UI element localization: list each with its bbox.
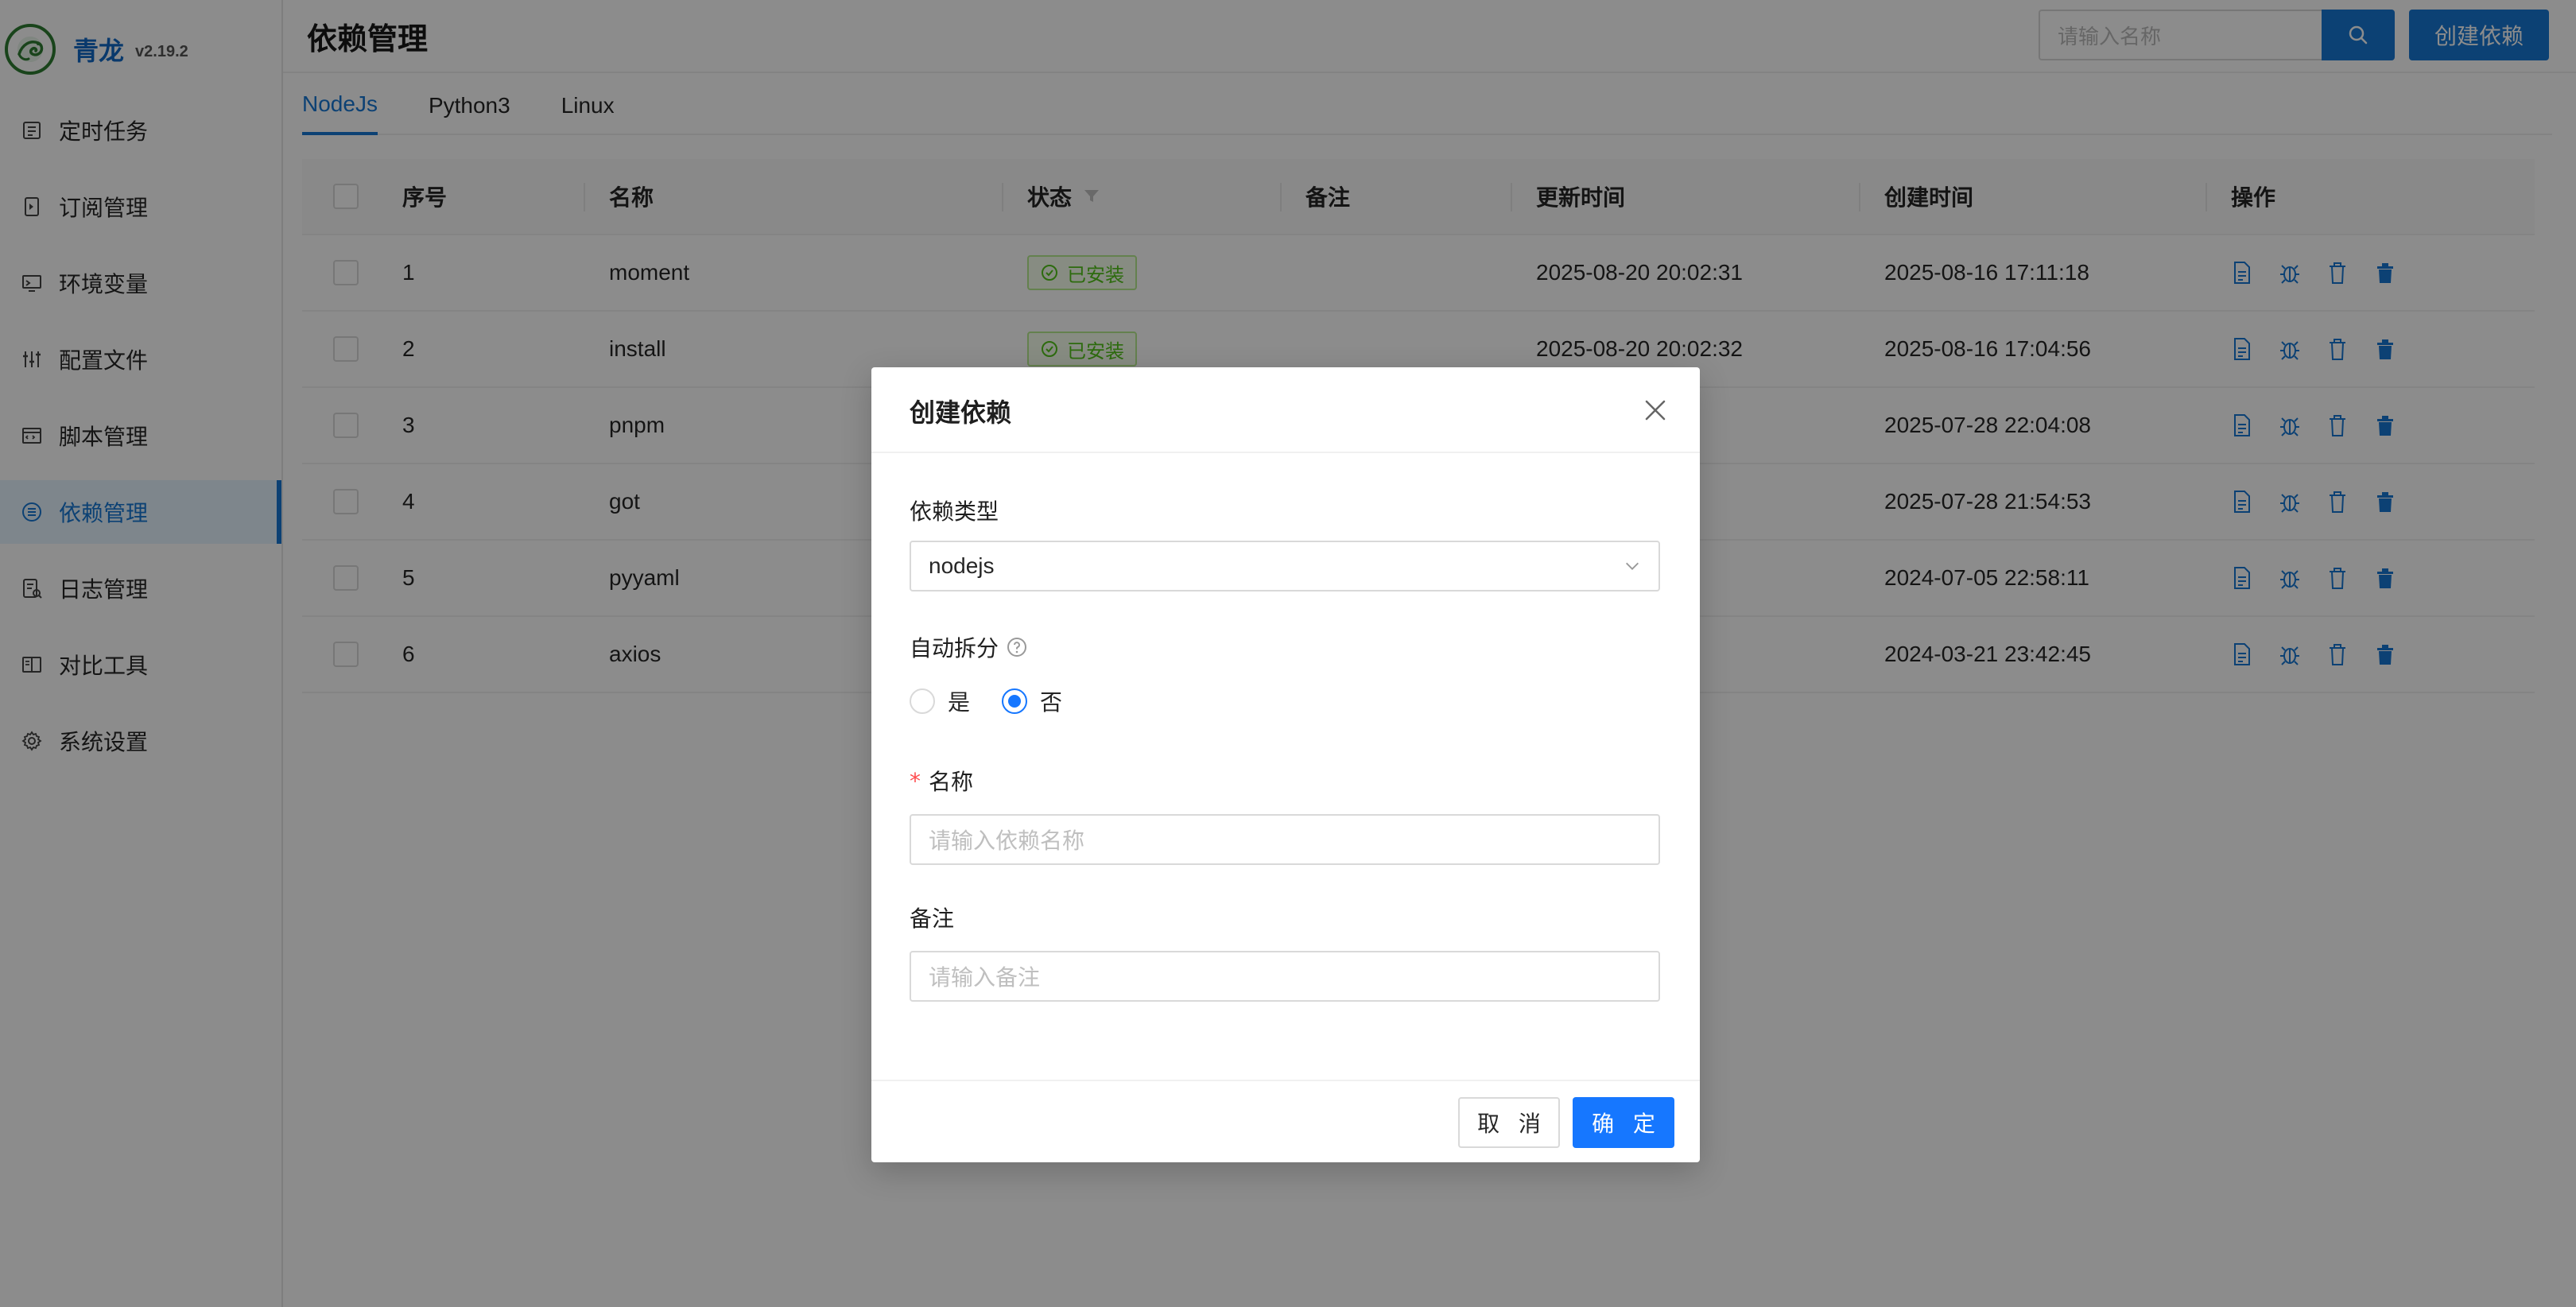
remark-input[interactable]: 请输入备注 (910, 951, 1660, 1002)
close-button[interactable] (1639, 394, 1671, 426)
modal-footer: 取 消 确 定 (871, 1080, 1700, 1162)
type-select[interactable]: nodejs (910, 541, 1660, 591)
modal-title: 创建依赖 (910, 398, 1012, 427)
type-label: 依赖类型 (910, 499, 999, 524)
split-option-yes[interactable]: 是 (910, 685, 970, 717)
close-icon (1645, 400, 1666, 421)
radio-no[interactable] (1002, 688, 1028, 714)
name-label: * 名称 (910, 767, 974, 795)
confirm-button[interactable]: 确 定 (1573, 1097, 1674, 1148)
required-mark: * (910, 767, 921, 794)
type-select-value: nodejs (929, 553, 995, 578)
chevron-down-icon (1626, 562, 1639, 570)
modal-header: 创建依赖 (871, 367, 1700, 453)
split-label: 自动拆分 (910, 631, 1027, 663)
split-option-no[interactable]: 否 (1002, 685, 1062, 717)
question-circle-icon[interactable] (1007, 637, 1027, 657)
remark-label: 备注 (910, 906, 955, 931)
cancel-button[interactable]: 取 消 (1458, 1097, 1560, 1148)
radio-yes[interactable] (910, 688, 935, 714)
name-input[interactable]: 请输入依赖名称 (910, 814, 1660, 865)
split-radio-group: 是 否 (910, 685, 1094, 717)
create-dependency-modal: 创建依赖 依赖类型 nodejs 自动拆分 是 否 * 名称 请输入依赖名称 备注… (871, 367, 1700, 1162)
